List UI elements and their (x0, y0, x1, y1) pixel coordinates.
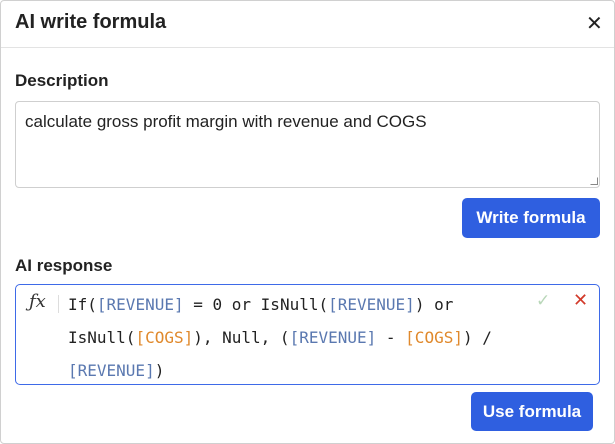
formula-token: - (376, 328, 406, 347)
ai-response-box: ƒx If([REVENUE] = 0 or IsNull([REVENUE])… (15, 284, 600, 385)
formula-token: ) / (462, 328, 502, 347)
write-formula-button[interactable]: Write formula (462, 198, 600, 238)
formula-token: = 0 or IsNull( (183, 295, 329, 314)
function-icon: ƒx (29, 291, 46, 312)
formula-token: ) (154, 361, 165, 380)
reject-close-icon[interactable]: ✕ (573, 290, 588, 311)
divider (58, 295, 59, 313)
close-icon[interactable]: ✕ (586, 11, 603, 36)
formula-field-token: [REVENUE] (96, 295, 184, 314)
ai-write-formula-dialog: AI write formula ✕ Description calculate… (0, 0, 615, 444)
formula-field-token: [REVENUE] (289, 328, 377, 347)
description-input[interactable]: calculate gross profit margin with reven… (15, 101, 600, 188)
formula-field-token: [COGS] (135, 328, 194, 347)
formula-text[interactable]: If([REVENUE] = 0 or IsNull([REVENUE]) or… (68, 288, 508, 387)
dialog-title: AI write formula (15, 11, 167, 33)
formula-field-token: [REVENUE] (328, 295, 415, 314)
use-formula-button[interactable]: Use formula (471, 392, 593, 431)
dialog-header: AI write formula ✕ (1, 1, 614, 48)
accept-check-icon[interactable]: ✓ (536, 291, 550, 311)
ai-response-label: AI response (15, 256, 113, 275)
formula-token: If( (68, 295, 97, 314)
formula-token: ), Null, ( (193, 328, 290, 347)
formula-field-token: [COGS] (405, 328, 463, 347)
formula-field-token: [REVENUE] (68, 361, 155, 380)
description-label: Description (15, 71, 109, 90)
